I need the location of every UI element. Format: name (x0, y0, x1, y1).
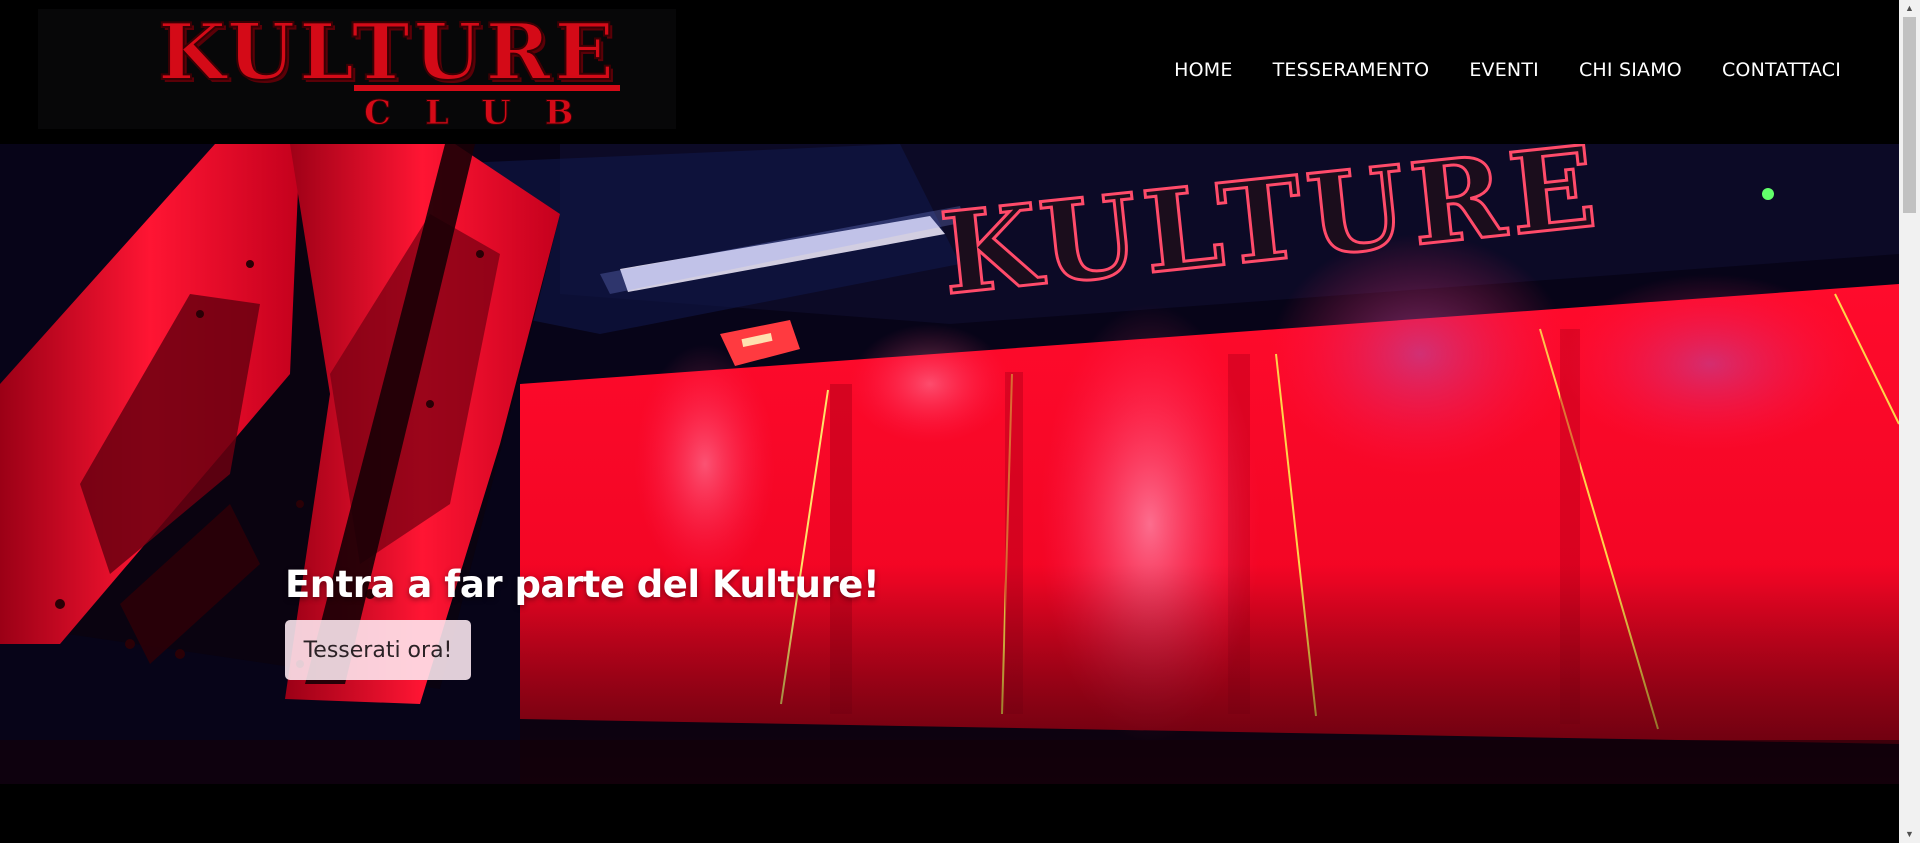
logo-text-club: CLUB (364, 93, 608, 133)
scroll-up-arrow-icon[interactable]: ▲ (1899, 0, 1920, 17)
site-logo[interactable]: KULTURE CLUB (38, 7, 676, 133)
hero-title: Entra a far parte del Kulture! (285, 563, 880, 606)
hero-section: KULTURE Entra a far parte del Kulture! T… (0, 144, 1899, 784)
nav-contattaci[interactable]: CONTATTACI (1722, 59, 1841, 81)
vertical-scrollbar[interactable]: ▲ ▼ (1899, 0, 1920, 843)
hero-background-image: KULTURE (0, 144, 1899, 784)
nav-chi-siamo[interactable]: CHI SIAMO (1579, 59, 1682, 81)
logo-text-kulture: KULTURE (157, 7, 618, 98)
site-header: KULTURE CLUB HOME TESSERAMENTO EVENTI CH… (0, 0, 1899, 144)
tesserati-button[interactable]: Tesserati ora! (285, 620, 471, 680)
nav-home[interactable]: HOME (1174, 59, 1232, 81)
scrollbar-thumb[interactable] (1903, 17, 1916, 213)
page: KULTURE CLUB HOME TESSERAMENTO EVENTI CH… (0, 0, 1920, 843)
nav-eventi[interactable]: EVENTI (1469, 59, 1539, 81)
scroll-down-arrow-icon[interactable]: ▼ (1899, 826, 1920, 843)
nav-tesseramento[interactable]: TESSERAMENTO (1273, 59, 1430, 81)
main-nav: HOME TESSERAMENTO EVENTI CHI SIAMO CONTA… (1174, 52, 1841, 88)
logo-divider (354, 85, 620, 91)
